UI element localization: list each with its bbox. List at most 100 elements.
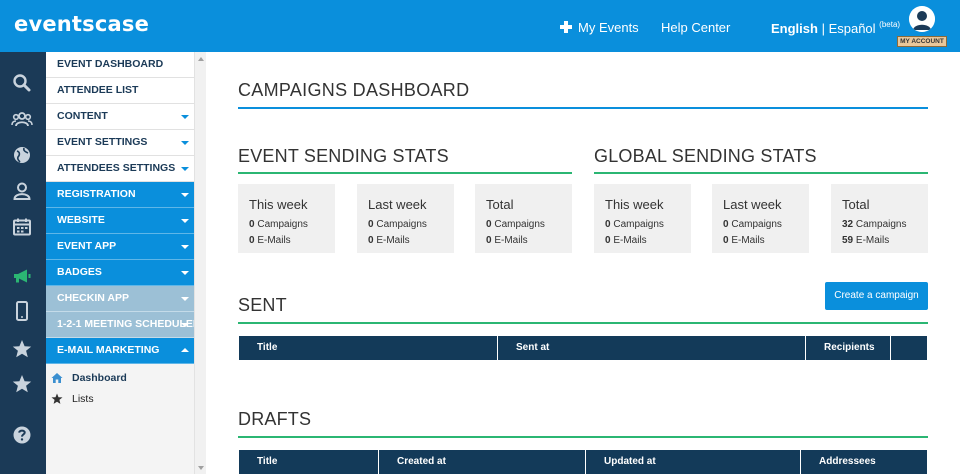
chevron-down-icon <box>181 297 189 301</box>
chevron-up-icon <box>181 348 189 352</box>
stat-emails: 59 E-Mails <box>842 235 890 246</box>
calendar-icon[interactable] <box>11 216 33 238</box>
lang-spanish[interactable]: Español <box>829 21 876 36</box>
stat-label: Last week <box>723 197 782 212</box>
stat-campaigns: 32 Campaigns <box>842 219 907 230</box>
column-updated-at[interactable]: Updated at <box>586 450 801 474</box>
sidebar-item-badges[interactable]: BADGES <box>46 260 194 286</box>
top-bar: eventscase My Events Help Center English… <box>0 0 960 52</box>
stat-campaigns: 0 Campaigns <box>723 219 782 230</box>
logo[interactable]: eventscase <box>14 12 149 36</box>
sidebar-item-checkin-app[interactable]: CHECKIN APP <box>46 286 194 312</box>
globe-icon[interactable] <box>11 144 33 166</box>
stat-campaigns: 0 Campaigns <box>486 219 545 230</box>
sidebar-item-event-app[interactable]: EVENT APP <box>46 234 194 260</box>
drafts-divider <box>238 436 928 438</box>
stat-emails: 0 E-Mails <box>368 235 410 246</box>
plus-icon <box>560 21 572 33</box>
sent-divider <box>238 322 928 324</box>
star-icon[interactable] <box>11 373 33 395</box>
lang-separator: | <box>817 21 829 36</box>
stat-card-event-last-week: Last week 0 Campaigns 0 E-Mails <box>357 184 454 253</box>
sent-table-header: Title Sent at Recipients <box>239 336 927 360</box>
event-stats-title: EVENT SENDING STATS <box>238 146 449 166</box>
chevron-down-icon <box>181 271 189 275</box>
stat-card-event-this-week: This week 0 Campaigns 0 E-Mails <box>238 184 335 253</box>
sidebar-item-attendees-settings[interactable]: ATTENDEES SETTINGS <box>46 156 194 182</box>
mobile-icon[interactable] <box>11 300 33 322</box>
drafts-title: DRAFTS <box>238 409 312 429</box>
column-created-at[interactable]: Created at <box>379 450 586 474</box>
megaphone-icon[interactable] <box>11 265 33 287</box>
column-recipients[interactable]: Recipients <box>806 336 891 360</box>
sidebar-subitem-lists[interactable]: Lists <box>46 389 194 410</box>
sidebar-item-meeting-scheduler[interactable]: 1-2-1 MEETING SCHEDULER <box>46 312 201 338</box>
chevron-down-icon <box>181 141 189 145</box>
chevron-down-icon <box>181 193 189 197</box>
sidebar-item-email-marketing[interactable]: E-MAIL MARKETING <box>46 338 194 364</box>
users-icon[interactable] <box>11 108 33 130</box>
icon-rail <box>0 52 46 474</box>
chevron-down-icon <box>181 323 189 327</box>
stat-emails: 0 E-Mails <box>249 235 291 246</box>
stat-label: Last week <box>368 197 427 212</box>
stat-card-global-last-week: Last week 0 Campaigns 0 E-Mails <box>712 184 809 253</box>
avatar-icon <box>909 6 935 32</box>
stat-label: Total <box>842 197 870 212</box>
sidebar-subitem-dashboard[interactable]: Dashboard <box>46 368 194 389</box>
help-icon[interactable] <box>11 424 33 446</box>
title-divider <box>238 107 928 109</box>
chevron-down-icon <box>181 219 189 223</box>
sidebar-item-content[interactable]: CONTENT <box>46 104 194 130</box>
my-events-link[interactable]: My Events <box>560 20 639 35</box>
stat-label: This week <box>605 197 664 212</box>
stat-card-global-total: Total 32 Campaigns 59 E-Mails <box>831 184 928 253</box>
stat-emails: 0 E-Mails <box>723 235 765 246</box>
create-campaign-button[interactable]: Create a campaign <box>825 282 928 310</box>
page-title: CAMPAIGNS DASHBOARD <box>238 80 470 100</box>
column-title[interactable]: Title <box>239 336 498 360</box>
stat-card-event-total: Total 0 Campaigns 0 E-Mails <box>475 184 572 253</box>
column-actions <box>891 336 927 360</box>
stat-campaigns: 0 Campaigns <box>249 219 308 230</box>
my-account-label: MY ACCOUNT <box>897 36 947 47</box>
chevron-down-icon <box>181 115 189 119</box>
stat-emails: 0 E-Mails <box>605 235 647 246</box>
stat-label: Total <box>486 197 514 212</box>
sidebar-menu: EVENT DASHBOARD ATTENDEE LIST CONTENT EV… <box>46 52 201 474</box>
search-icon[interactable] <box>11 72 33 94</box>
sidebar-item-event-dashboard[interactable]: EVENT DASHBOARD <box>46 52 194 78</box>
global-stats-divider <box>594 172 928 174</box>
column-addressees[interactable]: Addressees <box>801 450 927 474</box>
my-events-label: My Events <box>578 20 639 35</box>
scroll-up-arrow[interactable] <box>198 57 204 61</box>
main-content: CAMPAIGNS DASHBOARD EVENT SENDING STATS … <box>206 52 960 474</box>
sidebar-item-registration[interactable]: REGISTRATION <box>46 182 194 208</box>
sidebar-item-website[interactable]: WEBSITE <box>46 208 194 234</box>
help-center-link[interactable]: Help Center <box>661 20 730 35</box>
drafts-table-header: Title Created at Updated at Addressees <box>239 450 927 474</box>
lang-english[interactable]: English <box>771 21 818 36</box>
stat-emails: 0 E-Mails <box>486 235 528 246</box>
global-stats-title: GLOBAL SENDING STATS <box>594 146 817 166</box>
stat-card-global-this-week: This week 0 Campaigns 0 E-Mails <box>594 184 691 253</box>
sidebar-item-attendee-list[interactable]: ATTENDEE LIST <box>46 78 194 104</box>
language-switcher: English | Español (beta) <box>771 20 900 36</box>
stat-campaigns: 0 Campaigns <box>605 219 664 230</box>
event-stats-divider <box>238 172 572 174</box>
home-icon <box>51 372 63 384</box>
column-title[interactable]: Title <box>239 450 379 474</box>
stat-campaigns: 0 Campaigns <box>368 219 427 230</box>
sent-title: SENT <box>238 295 287 315</box>
chevron-down-icon <box>181 167 189 171</box>
sidebar-scrollbar[interactable] <box>194 52 206 474</box>
star-icon <box>51 393 63 405</box>
scroll-down-arrow[interactable] <box>198 466 204 470</box>
user-icon[interactable] <box>11 180 33 202</box>
star-icon[interactable] <box>11 338 33 360</box>
my-account-button[interactable]: MY ACCOUNT <box>897 6 947 48</box>
stat-label: This week <box>249 197 308 212</box>
column-sent-at[interactable]: Sent at <box>498 336 806 360</box>
chevron-down-icon <box>181 245 189 249</box>
sidebar-item-event-settings[interactable]: EVENT SETTINGS <box>46 130 194 156</box>
